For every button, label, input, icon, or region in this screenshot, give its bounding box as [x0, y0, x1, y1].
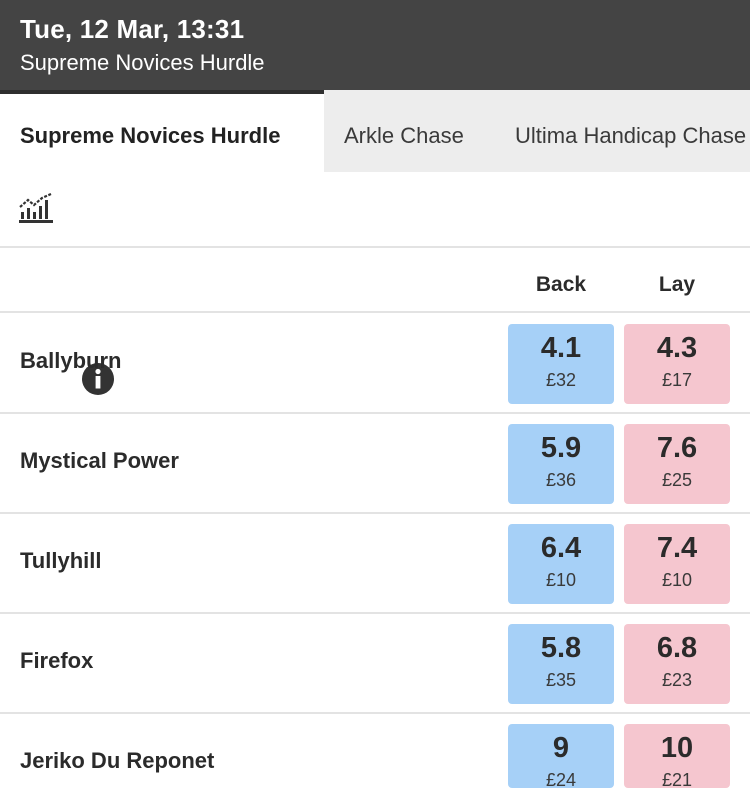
- runner-name: Firefox: [20, 648, 94, 673]
- lay-stake: £25: [661, 470, 693, 490]
- lay-stake: £23: [661, 670, 693, 690]
- lay-odds-button[interactable]: 10 £21: [624, 724, 730, 790]
- lay-odds: 4.3: [656, 332, 698, 364]
- back-odds-button[interactable]: 9 £24: [508, 724, 614, 790]
- tab-arkle-chase[interactable]: Arkle Chase: [344, 90, 464, 172]
- market-header: Tue, 12 Mar, 13:31 Supreme Novices Hurdl…: [0, 0, 750, 90]
- lay-odds: 10: [660, 732, 694, 764]
- race-name: Supreme Novices Hurdle: [20, 50, 265, 75]
- lay-odds-button[interactable]: 6.8 £23: [624, 624, 730, 704]
- race-datetime: Tue, 12 Mar, 13:31: [20, 14, 245, 44]
- runner-name: Ballyburn: [20, 348, 122, 373]
- market-toolbar: [0, 172, 750, 395]
- runner-row: Tullyhill 6.4 £10 7.4 £10: [0, 514, 750, 614]
- runner-row: Firefox 5.8 £35 6.8 £23: [0, 614, 750, 714]
- back-odds: 9: [552, 732, 570, 764]
- race-tabs: Supreme Novices Hurdle Arkle Chase Ultim…: [0, 90, 750, 172]
- tab-ultima-handicap-chase[interactable]: Ultima Handicap Chase: [515, 90, 746, 172]
- runner-row: Mystical Power 5.9 £36 7.6 £25: [0, 414, 750, 514]
- back-odds: 5.8: [540, 632, 582, 664]
- back-stake: £36: [545, 470, 577, 490]
- lay-odds: 6.8: [656, 632, 698, 664]
- tab-supreme-novices-hurdle[interactable]: Supreme Novices Hurdle: [0, 90, 324, 172]
- runner-name: Tullyhill: [20, 548, 102, 573]
- runner-row: Jeriko Du Reponet 9 £24 10 £21: [0, 714, 750, 790]
- back-stake: £35: [545, 670, 577, 690]
- back-odds-button[interactable]: 4.1 £32: [508, 324, 614, 404]
- lay-odds-button[interactable]: 7.6 £25: [624, 424, 730, 504]
- back-stake: £10: [545, 570, 577, 590]
- back-odds-button[interactable]: 5.9 £36: [508, 424, 614, 504]
- back-odds-button[interactable]: 5.8 £35: [508, 624, 614, 704]
- lay-column-label: Lay: [658, 273, 696, 296]
- back-odds: 6.4: [540, 532, 582, 564]
- lay-odds: 7.4: [656, 532, 698, 564]
- lay-stake: £10: [661, 570, 693, 590]
- runner-name: Mystical Power: [20, 448, 179, 473]
- odds-column-header: Back Lay: [0, 249, 750, 313]
- runner-name: Jeriko Du Reponet: [20, 748, 215, 773]
- back-column-label: Back: [535, 273, 587, 296]
- back-odds: 4.1: [540, 332, 582, 364]
- lay-odds-button[interactable]: 7.4 £10: [624, 524, 730, 604]
- back-stake: £32: [545, 370, 577, 390]
- back-odds-button[interactable]: 6.4 £10: [508, 524, 614, 604]
- bar-chart-trend-icon[interactable]: [18, 190, 54, 226]
- lay-stake: £17: [661, 370, 693, 390]
- runner-row: Ballyburn 4.1 £32 4.3 £17: [0, 314, 750, 414]
- lay-odds-button[interactable]: 4.3 £17: [624, 324, 730, 404]
- back-odds: 5.9: [540, 432, 582, 464]
- lay-odds: 7.6: [656, 432, 698, 464]
